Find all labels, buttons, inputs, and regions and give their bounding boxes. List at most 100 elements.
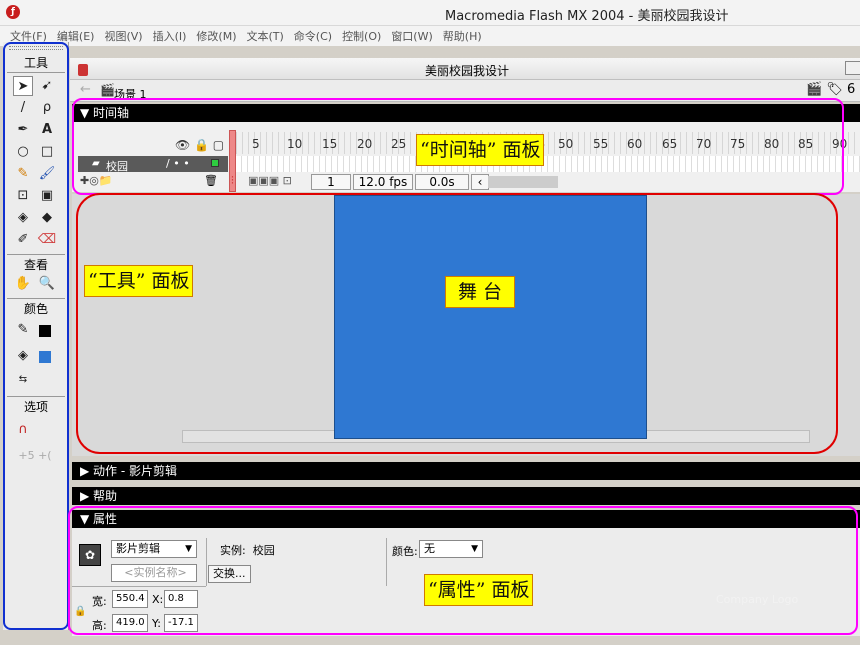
tools-title: 工具 [23,56,48,70]
menu-commands[interactable]: 命令(C) [294,28,332,44]
layer-name[interactable]: 校园 [106,158,128,174]
y-label: Y: [152,617,161,630]
onion-skin-icons[interactable]: ▣▣▣ ⊡ [248,174,292,187]
zoom-hint: 6 [846,82,856,97]
symbol-type-select[interactable]: 影片剪辑 ▼ [111,540,197,558]
subselect-tool-icon[interactable]: ➹ [37,76,57,96]
magnet-snap-icon[interactable]: ∩ [13,420,33,440]
pen-tool-icon[interactable]: ✒ [13,120,33,140]
smooth-straighten-icon: +5 +( [18,449,52,462]
brush-tool-icon[interactable]: 🖌 [37,164,57,184]
ruler-number: 85 [798,137,814,151]
options-section-title: 选项 [23,400,48,414]
ruler-number: 20 [357,137,373,151]
menu-help[interactable]: 帮助(H) [443,28,482,44]
document-minimize-button[interactable] [845,61,860,75]
movie-clip-symbol-icon: ✿ [79,544,101,566]
properties-callout: “属性” 面板 [424,574,534,606]
scene-label[interactable]: 场景 1 [114,86,147,102]
ruler-number: 50 [558,137,574,151]
x-input[interactable]: 0.8 [164,590,198,608]
text-tool-icon[interactable]: A [37,120,57,140]
zoom-tool-icon[interactable]: 🔍 [37,274,57,294]
layer-frames[interactable] [236,156,860,172]
properties-panel-header[interactable]: ▼ 属性 [72,510,860,528]
edit-scene-symbol-icons[interactable]: 🎬 🏷 6 [806,82,855,97]
menu-text[interactable]: 文本(T) [246,28,283,44]
scene-clapper-icon: 🎬 [100,83,115,97]
color-effect-select[interactable]: 无 ▼ [419,540,483,558]
menu-control[interactable]: 控制(O) [342,28,381,44]
flash-app-icon: ƒ [6,5,20,19]
ruler-number: 90 [832,137,848,151]
y-input[interactable]: -17.1 [164,614,198,632]
ink-bottle-tool-icon[interactable]: ◈ [13,208,33,228]
frame-rate-field[interactable]: 12.0 fps [353,174,413,190]
menu-window[interactable]: 窗口(W) [391,28,432,44]
stroke-color-swatch[interactable] [39,325,51,337]
rectangle-tool-icon[interactable]: □ [37,142,57,162]
watermark-text: Company Logo [716,593,799,606]
eraser-tool-icon[interactable]: ⌫ [37,230,57,250]
layer-row[interactable] [78,156,228,172]
instance-value: 校园 [252,544,275,557]
layer-state-marks[interactable]: / • • [166,157,190,170]
document-title: 美丽校园我设计 [425,64,510,78]
chevron-down-icon: ▼ [185,544,192,554]
ruler-number: 60 [627,137,643,151]
layer-outline-color[interactable] [211,159,219,167]
prop-divider [72,586,206,587]
menu-modify[interactable]: 修改(M) [196,28,236,44]
pencil-tool-icon[interactable]: ✎ [13,164,33,184]
arrow-tool-icon[interactable]: ➤ [13,76,33,96]
stage-canvas[interactable] [334,195,647,439]
add-layer-icons[interactable]: ✚◎📁 [80,174,113,187]
ruler-number: 15 [322,137,338,151]
fill-color-swatch[interactable] [39,351,51,363]
timeline-hscroll-thumb[interactable] [488,176,558,188]
width-input[interactable]: 550.4 [112,590,148,608]
x-label: X: [152,593,164,606]
instance-label: 实例: 校园 [220,542,275,558]
layer-visibility-lock-outline-icons[interactable]: 👁 🔒 ▢ [175,138,224,152]
stage-callout: 舞 台 [445,276,516,308]
fill-color-bucket-icon: ◈ [18,348,28,363]
timeline-scroll-left[interactable]: ‹ [471,174,489,190]
tools-callout: “工具” 面板 [84,265,194,297]
lasso-tool-icon[interactable]: ρ [37,98,57,118]
tools-grip[interactable] [9,46,63,50]
timeline-panel-header[interactable]: ▼ 时间轴 [72,104,860,122]
elapsed-time-field: 0.0s [415,174,469,190]
line-tool-icon[interactable]: / [13,98,33,118]
instance-name-input[interactable]: <实例名称> [111,564,197,582]
width-label: 宽: [92,595,107,608]
center-frame-icon[interactable]: ⫶ [231,174,234,188]
ruler-number: 25 [391,137,407,151]
help-panel-header[interactable]: ▶ 帮助 [72,487,860,505]
color-section-title: 颜色 [23,302,48,316]
symbol-type-value: 影片剪辑 [116,542,160,555]
tools-divider [7,72,65,73]
fill-transform-tool-icon[interactable]: ▣ [37,186,57,206]
swap-colors-icon[interactable]: ⇆ [13,370,33,390]
swap-symbol-button[interactable]: 交换... [208,565,251,583]
hand-tool-icon[interactable]: ✋ [13,274,33,294]
ruler-number: 80 [764,137,780,151]
paint-bucket-tool-icon[interactable]: ◆ [37,208,57,228]
color-effect-value: 无 [424,542,435,555]
delete-layer-icon[interactable]: 🗑 [204,174,218,187]
eyedropper-tool-icon[interactable]: ✐ [13,230,33,250]
menu-insert[interactable]: 插入(I) [153,28,187,44]
prop-divider [206,538,207,586]
actions-panel-header[interactable]: ▶ 动作 - 影片剪辑 [72,462,860,480]
ruler-number: 10 [287,137,303,151]
back-arrow-icon[interactable]: ← [80,82,91,97]
free-transform-tool-icon[interactable]: ⊡ [13,186,33,206]
oval-tool-icon[interactable]: ○ [13,142,33,162]
tools-divider [7,254,65,255]
menu-view[interactable]: 视图(V) [104,28,142,44]
lock-ratio-icon[interactable]: 🔒 [74,606,86,617]
height-input[interactable]: 419.0 [112,614,148,632]
tools-divider [7,298,65,299]
color-effect-label: 颜色: [392,545,418,558]
